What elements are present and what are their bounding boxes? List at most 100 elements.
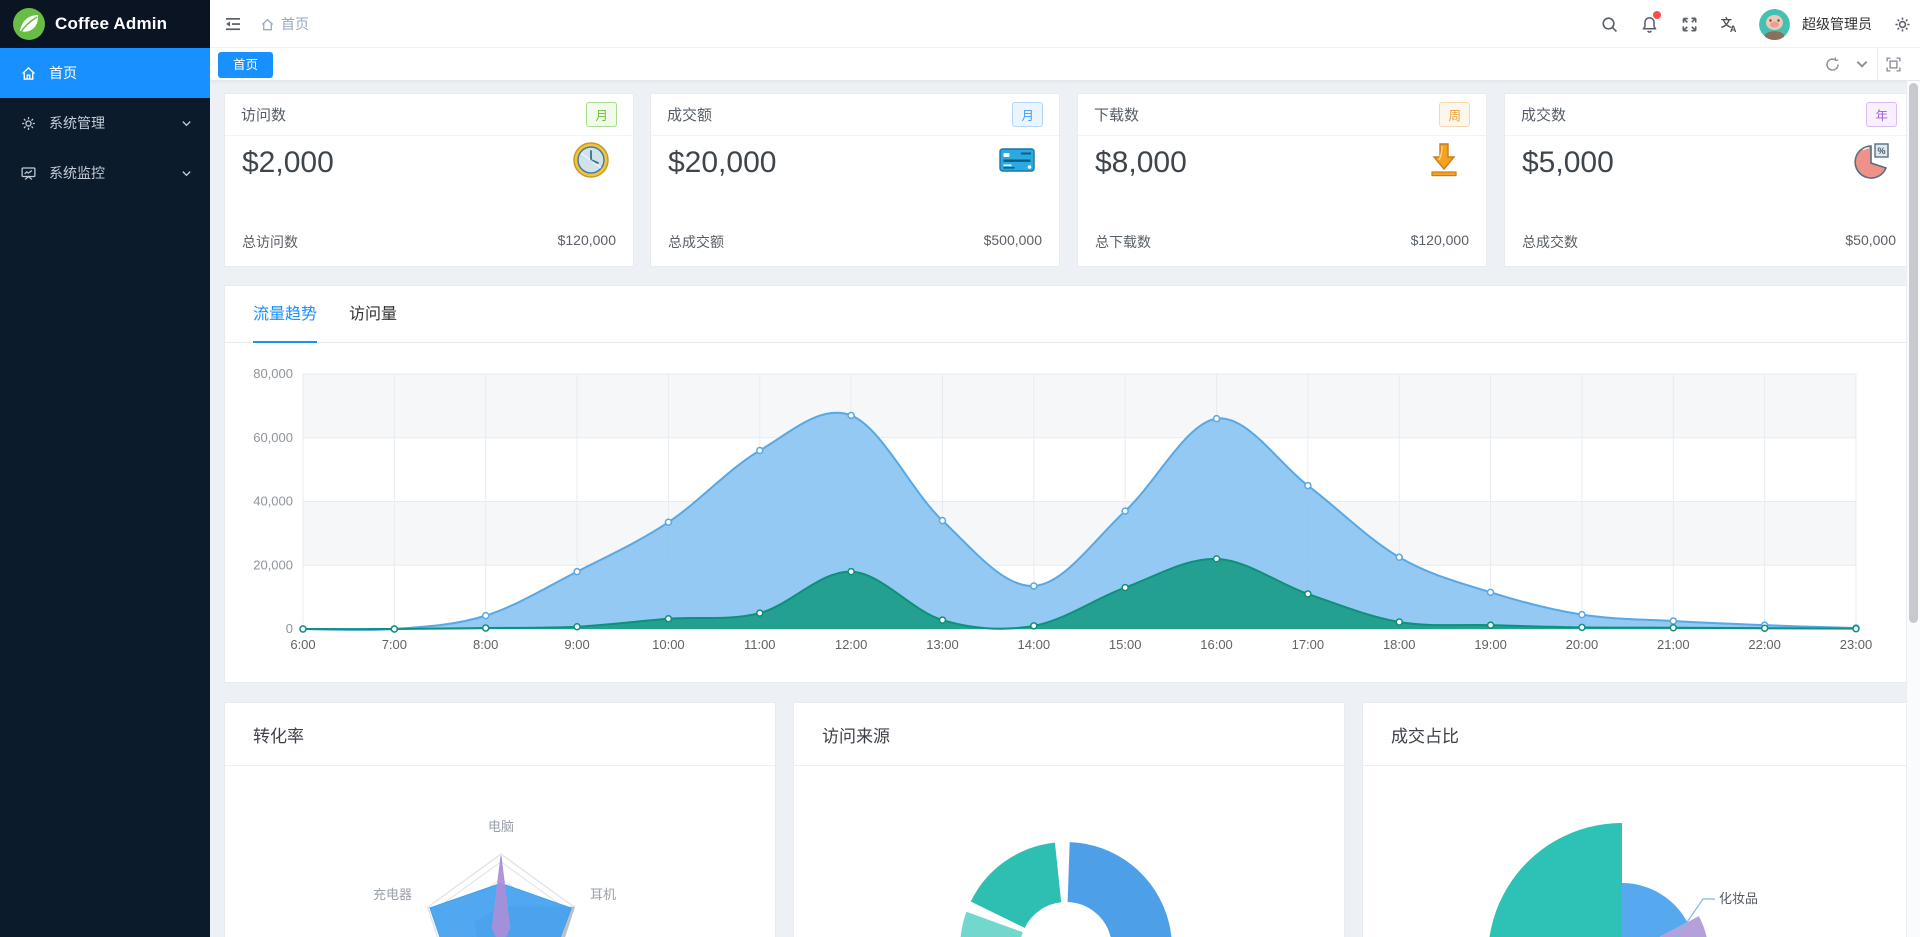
- tab-controls: [1817, 48, 1908, 80]
- svg-text:60,000: 60,000: [253, 430, 293, 445]
- svg-text:17:00: 17:00: [1292, 637, 1325, 652]
- radar-axis-label-right: 耳机: [590, 887, 616, 902]
- pie-chart-icon: %: [1854, 143, 1889, 179]
- scrollbar-thumb[interactable]: [1909, 83, 1918, 623]
- svg-text:%: %: [1878, 146, 1886, 156]
- stat-card-footer: 总成交数 $50,000: [1522, 232, 1896, 252]
- visit-source-donut-chart: [960, 842, 1172, 937]
- dashboard-root: Coffee Admin 首页 系统管理 系统监控 首页 文 A 超级管理员 首…: [0, 0, 1920, 937]
- deal-share-card: 成交占比 电子产品化妆品: [1362, 702, 1914, 937]
- sidebar-fold-button[interactable]: [220, 12, 246, 36]
- stat-footer-value: $500,000: [983, 232, 1042, 248]
- search-button[interactable]: [1599, 14, 1619, 34]
- svg-text:20,000: 20,000: [253, 557, 293, 572]
- breadcrumb-home-icon: [261, 18, 274, 30]
- donut-chart-container: [794, 766, 1346, 937]
- stat-card-title: 成交数: [1521, 107, 1567, 124]
- card-header: 访问来源: [794, 703, 1344, 766]
- language-button[interactable]: 文 A: [1719, 14, 1739, 34]
- conversion-rate-card: 转化率 电脑耳机 充电器: [224, 702, 776, 937]
- deal-share-pie-chart: 电子产品化妆品: [1489, 823, 1758, 937]
- fullscreen-icon: [1682, 17, 1696, 31]
- svg-text:7:00: 7:00: [382, 637, 407, 652]
- credit-card-icon: [999, 148, 1035, 172]
- card-header: 成交占比: [1363, 703, 1913, 766]
- rose-chart-container: 电子产品化妆品: [1363, 766, 1915, 937]
- svg-text:0: 0: [286, 621, 293, 636]
- sidebar-item-label: 系统管理: [49, 115, 105, 131]
- sidebar-item-system-admin[interactable]: 系统管理: [0, 98, 210, 148]
- tab-options-button[interactable]: [1847, 48, 1877, 80]
- top-header: 首页 文 A 超级管理员: [210, 0, 1920, 48]
- svg-text:80,000: 80,000: [253, 366, 293, 381]
- conversion-radar-chart: 电脑耳机 充电器: [373, 819, 616, 937]
- breadcrumb[interactable]: 首页: [260, 0, 309, 48]
- notification-dot: [1653, 11, 1661, 19]
- chevron-down-icon: [1856, 61, 1868, 68]
- breadcrumb-text: 首页: [281, 16, 309, 32]
- svg-text:16:00: 16:00: [1200, 637, 1233, 652]
- svg-text:18:00: 18:00: [1383, 637, 1416, 652]
- avatar[interactable]: [1759, 8, 1790, 40]
- monitor-icon: [21, 166, 36, 180]
- refresh-icon: [1825, 56, 1839, 71]
- maximize-icon: [1885, 56, 1901, 72]
- stat-card-deals: 成交数 年 $5,000 % 总成交数 $50,000: [1504, 93, 1914, 267]
- sidebar-item-home[interactable]: 首页: [0, 48, 210, 98]
- traffic-trend-card: 流量趋势 访问量 0 20,000 40,000 60,000 80,000 6:00 7:…: [224, 285, 1913, 683]
- pie-label-cosmetics: 化妆品: [1719, 891, 1758, 906]
- radar-axis-label-top: 电脑: [488, 819, 514, 834]
- svg-text:21:00: 21:00: [1657, 637, 1690, 652]
- radar-axis-label-left: 充电器: [373, 887, 412, 902]
- svg-text:20:00: 20:00: [1566, 637, 1599, 652]
- stat-card-header: 成交数 年: [1505, 94, 1913, 136]
- chevron-down-icon: [182, 120, 191, 126]
- stat-card-title: 访问数: [241, 107, 287, 124]
- fullscreen-button[interactable]: [1679, 14, 1699, 34]
- settings-gear-icon: [1894, 16, 1910, 32]
- app-logo[interactable]: Coffee Admin: [0, 0, 210, 48]
- status-badge: 月: [586, 102, 617, 127]
- stat-card-visits: 访问数 月 $2,000 总访问数 $120,000: [224, 93, 634, 267]
- tab-home[interactable]: 首页: [218, 52, 274, 78]
- sidebar: Coffee Admin 首页 系统管理 系统监控: [0, 0, 210, 937]
- svg-text:8:00: 8:00: [473, 637, 498, 652]
- svg-text:12:00: 12:00: [835, 637, 868, 652]
- maximize-button[interactable]: [1878, 48, 1908, 80]
- stat-card-header: 成交额 月: [651, 94, 1059, 136]
- stat-footer-label: 总成交数: [1522, 234, 1578, 250]
- stat-card-downloads: 下载数 周 $8,000 总下载数 $120,000: [1077, 93, 1487, 267]
- sidebar-item-label: 首页: [49, 65, 77, 81]
- card-title: 转化率: [253, 726, 304, 746]
- notifications-button[interactable]: [1639, 11, 1661, 34]
- home-icon: [22, 66, 35, 80]
- refresh-button[interactable]: [1817, 48, 1847, 80]
- stat-card-value: $20,000: [668, 146, 777, 179]
- stat-card-title: 下载数: [1094, 107, 1140, 124]
- stat-card-title: 成交额: [667, 107, 713, 124]
- app-title: Coffee Admin: [55, 14, 168, 33]
- svg-text:9:00: 9:00: [564, 637, 589, 652]
- leaf-logo-icon: [13, 8, 45, 40]
- search-icon: [1601, 16, 1617, 32]
- stat-card-footer: 总下载数 $120,000: [1095, 232, 1469, 252]
- status-badge: 月: [1012, 102, 1043, 127]
- svg-text:6:00: 6:00: [290, 637, 315, 652]
- stat-card-footer: 总访问数 $120,000: [242, 232, 616, 252]
- settings-button[interactable]: [1892, 14, 1912, 34]
- chevron-down-icon: [182, 170, 191, 176]
- fold-icon: [226, 18, 240, 31]
- svg-text:14:00: 14:00: [1018, 637, 1051, 652]
- stat-footer-label: 总下载数: [1095, 234, 1151, 250]
- stat-card-header: 下载数 周: [1078, 94, 1486, 136]
- header-actions: 文 A 超级管理员: [1599, 0, 1912, 48]
- translate-icon: 文 A: [1721, 15, 1737, 33]
- svg-text:11:00: 11:00: [744, 637, 776, 652]
- stat-card-value: $2,000: [242, 146, 334, 179]
- status-badge: 周: [1439, 102, 1470, 127]
- tags-view-bar: 首页: [210, 48, 1920, 81]
- card-title: 成交占比: [1391, 726, 1459, 746]
- sidebar-item-system-monitor[interactable]: 系统监控: [0, 148, 210, 198]
- username-label[interactable]: 超级管理员: [1802, 14, 1872, 34]
- card-title: 访问来源: [822, 726, 890, 746]
